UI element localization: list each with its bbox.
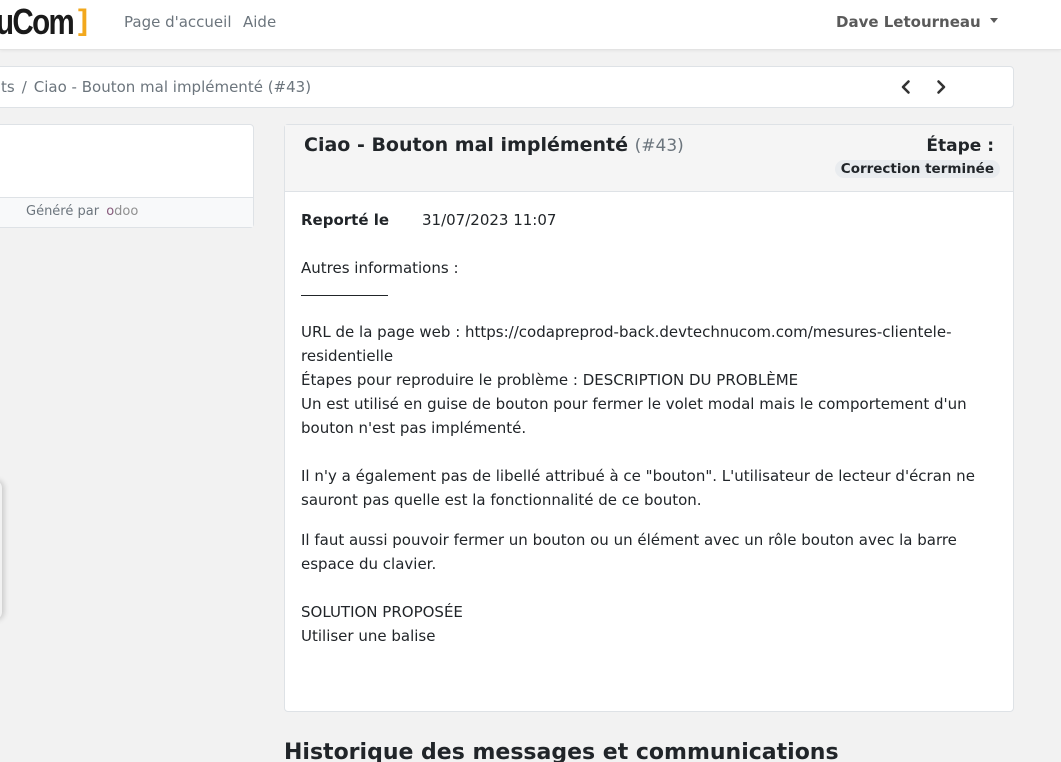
task-card: Ciao - Bouton mal implémenté (#43) Étape… (284, 124, 1014, 712)
odoo-logo[interactable]: odoo (106, 204, 138, 219)
stage-label: Étape : (926, 136, 994, 156)
other-info-line: Autres informations : (301, 259, 459, 277)
chevron-left-icon (901, 80, 910, 94)
history-section-title: Historique des messages et communication… (284, 740, 839, 762)
task-title: Ciao - Bouton mal implémenté (#43) (304, 134, 684, 156)
issue-line: Un est utilisé en guise de bouton pour f… (301, 395, 967, 437)
breadcrumb-bar: ts / Ciao - Bouton mal implémenté (#43) (0, 66, 1014, 108)
brand-logo-text[interactable]: uCom (0, 2, 75, 42)
label-line: Il n'y a également pas de libellé attrib… (301, 467, 975, 509)
chevron-down-icon (989, 18, 998, 23)
side-panel-edge (0, 480, 2, 620)
breadcrumb-separator: / (21, 78, 27, 96)
powered-by-text: Généré par odoo (26, 204, 138, 219)
breadcrumb: ts / Ciao - Bouton mal implémenté (#43) (1, 78, 311, 96)
reported-label: Reporté le (301, 211, 390, 229)
task-card-header: Ciao - Bouton mal implémenté (#43) Étape… (285, 125, 1013, 192)
sidebar-footer: Généré par odoo (0, 197, 253, 227)
brand-logo-bracket: ] (78, 4, 88, 37)
url-line: URL de la page web : https://codapreprod… (301, 323, 952, 365)
breadcrumb-parent-link[interactable]: ts (1, 78, 15, 96)
generated-by-label: Généré par (26, 204, 100, 219)
nav-link-home[interactable]: Page d'accueil (124, 13, 231, 31)
top-navbar: uCom ] Page d'accueil Aide Dave Letourne… (0, 0, 1061, 50)
reported-value: 31/07/2023 11:07 (422, 211, 557, 229)
nav-link-help[interactable]: Aide (243, 13, 276, 31)
solution-heading: SOLUTION PROPOSÉE (301, 603, 463, 621)
stage-badge: Correction terminée (834, 160, 1000, 178)
chevron-right-icon (937, 80, 946, 94)
reported-date-row: Reporté le 31/07/2023 11:07 (301, 211, 556, 229)
task-description: Autres informations : URL de la page web… (301, 256, 1001, 648)
next-record-button[interactable] (931, 77, 951, 97)
task-title-text: Ciao - Bouton mal implémenté (304, 134, 629, 156)
sidebar-card: Généré par odoo (0, 124, 254, 228)
previous-record-button[interactable] (896, 77, 916, 97)
description-divider (301, 280, 388, 296)
user-menu-dropdown[interactable]: Dave Letourneau (836, 13, 998, 31)
solution-line: Utiliser une balise (301, 627, 436, 645)
task-reference: (#43) (634, 136, 684, 156)
steps-line: Étapes pour reproduire le problème : DES… (301, 371, 799, 389)
keyboard-line: Il faut aussi pouvoir fermer un bouton o… (301, 531, 957, 573)
user-name: Dave Letourneau (836, 13, 981, 31)
breadcrumb-current: Ciao - Bouton mal implémenté (#43) (33, 78, 312, 96)
